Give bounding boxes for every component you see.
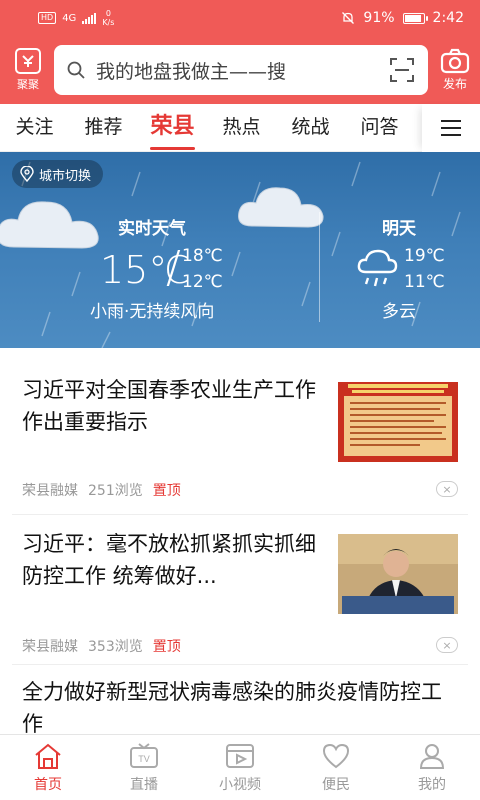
hd-badge: HD [38,12,57,24]
scan-icon[interactable] [388,56,416,84]
tab-rongxian[interactable]: 荣县 [138,104,207,152]
nav-home[interactable]: 首页 [0,735,96,800]
heart-icon [322,743,350,768]
status-bar: HD 4G 0 K/s 91% 2:42 [0,0,480,36]
dismiss-news-button[interactable]: × [436,637,458,653]
status-right: 91% 2:42 [341,10,464,26]
speed-value: 0 [105,9,111,18]
news-views: 353浏览 [88,639,143,655]
current-weather-title: 实时天气 [118,219,186,239]
network-label: 4G [62,12,77,24]
cloud-right-icon [238,187,324,228]
news-title[interactable]: 全力做好新型冠状病毒感染的肺炎疫情防控工作 [22,676,462,734]
tab-qa[interactable]: 问答 [345,104,414,152]
video-icon [226,743,254,768]
tab-recommend[interactable]: 推荐 [69,104,138,152]
today-high: 18℃ [182,246,223,266]
speed-unit: K/s [102,18,115,27]
logo-label: 聚聚 [17,78,39,91]
news-feed: 习近平对全国春季农业生产工作作出重要指示 荣县融媒 251浏览 置顶 × 习近平… [0,348,480,734]
nav-services[interactable]: 便民 [288,735,384,800]
nav-profile-label: 我的 [418,776,446,793]
nav-live-label: 直播 [130,776,158,793]
menu-icon [441,120,461,136]
battery-icon [402,12,428,24]
tv-icon: TV [130,742,158,768]
nav-live[interactable]: TV 直播 [96,735,192,800]
dismiss-news-button[interactable]: × [436,481,458,497]
weather-card[interactable]: 城市切换 实时天气 15℃ / 18℃ 12℃ 小雨·无持续风向 明天 19℃ … [0,152,480,348]
news-views: 251浏览 [88,483,143,499]
home-icon [35,743,61,769]
tab-hot[interactable]: 热点 [207,104,276,152]
user-icon [419,743,445,769]
news-title[interactable]: 习近平对全国春季农业生产工作作出重要指示 [22,374,322,438]
news-meta: 荣县融媒 251浏览 置顶 [22,480,181,500]
tab-follow[interactable]: 关注 [0,104,69,152]
close-icon: × [442,638,452,652]
today-low: 12℃ [182,272,223,292]
pinned-badge: 置顶 [152,483,181,499]
tab-united-front[interactable]: 统战 [276,104,345,152]
location-pin-icon [20,166,34,182]
camera-icon [440,48,470,74]
nav-short-video-label: 小视频 [219,776,261,793]
logo-icon [15,48,41,74]
news-item[interactable]: 习近平对全国春季农业生产工作作出重要指示 荣县融媒 251浏览 置顶 × [0,348,480,504]
search-input[interactable]: 我的地盘我做主——搜 [96,57,388,84]
news-source: 荣县融媒 [22,483,78,499]
svg-text:TV: TV [138,754,150,764]
close-icon: × [442,482,452,496]
app-logo[interactable]: 聚聚 [4,48,52,92]
tab-menu-button[interactable] [422,104,480,152]
weather-divider [319,212,320,322]
network-speed: 0 K/s [102,9,114,27]
nav-home-label: 首页 [34,776,62,793]
clock: 2:42 [432,10,464,26]
app-header: 聚聚 我的地盘我做主——搜 发布 [0,36,480,104]
category-tabs: 关注 推荐 荣县 热点 统战 问答 [0,104,480,152]
tomorrow-desc: 多云 [382,302,416,322]
pinned-badge: 置顶 [152,639,181,655]
news-item[interactable]: 全力做好新型冠状病毒感染的肺炎疫情防控工作 [0,664,480,734]
tomorrow-low: 11℃ [404,272,445,292]
search-bar[interactable]: 我的地盘我做主——搜 [54,45,428,95]
publish-label: 发布 [442,77,467,91]
city-switch-button[interactable]: 城市切换 [12,160,104,188]
tomorrow-title: 明天 [382,219,416,239]
search-icon [67,61,85,79]
mute-bell-icon [342,12,355,24]
news-title[interactable]: 习近平：毫不放松抓紧抓实抓细防控工作 统筹做好... [22,528,322,592]
news-item[interactable]: 习近平：毫不放松抓紧抓实抓细防控工作 统筹做好... 荣县融媒 353浏览 置顶… [0,514,480,664]
city-switch-label: 城市切换 [39,168,92,184]
current-weather-desc: 小雨·无持续风向 [90,302,215,322]
nav-services-label: 便民 [322,776,350,793]
news-meta: 荣县融媒 353浏览 置顶 [22,636,181,656]
cloud-left-icon [0,201,99,249]
tomorrow-high: 19℃ [404,246,445,266]
signal-icon [82,12,97,24]
nav-short-video[interactable]: 小视频 [192,735,288,800]
status-left: HD 4G 0 K/s [38,9,114,27]
publish-button[interactable]: 发布 [430,48,480,92]
nav-profile[interactable]: 我的 [384,735,480,800]
bottom-navigation: 首页 TV 直播 小视频 便民 我的 [0,734,480,800]
rain-cloud-icon [357,249,398,287]
news-source: 荣县融媒 [22,639,78,655]
battery-percent: 91% [363,10,395,26]
temp-separator: / [166,242,181,293]
news-thumbnail[interactable] [338,534,458,614]
news-thumbnail[interactable] [338,382,458,462]
